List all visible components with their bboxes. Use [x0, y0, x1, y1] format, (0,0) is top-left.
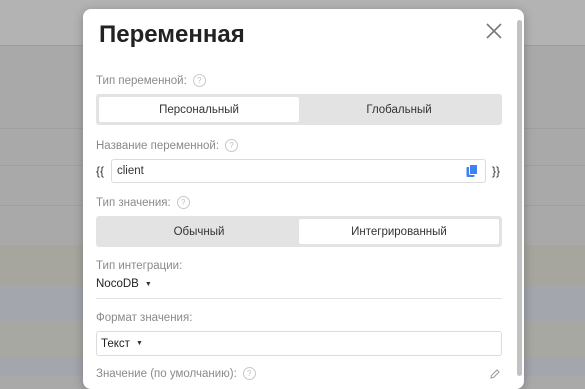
integration-type-label: Тип интеграции:	[96, 260, 182, 272]
edit-icon[interactable]	[489, 368, 501, 380]
modal-scrollbar[interactable]	[517, 20, 522, 376]
variable-type-label-text: Тип переменной:	[96, 74, 187, 87]
value-format-value: Текст	[101, 337, 130, 350]
open-brace: {{	[96, 164, 105, 178]
help-icon[interactable]: ?	[192, 74, 206, 87]
value-type-label-text: Тип значения:	[96, 196, 171, 209]
variable-modal: Переменная Тип переменной: ? Персональны…	[83, 9, 524, 389]
chevron-down-icon: ▼	[135, 340, 143, 347]
help-icon[interactable]: ?	[225, 139, 239, 152]
close-brace: }}	[492, 164, 501, 178]
help-icon[interactable]: ?	[242, 367, 256, 380]
integration-type-label-text: Тип интеграции:	[96, 260, 183, 272]
chevron-down-icon: ▼	[144, 280, 152, 288]
variable-type-segmented: Персональный Глобальный	[96, 94, 502, 125]
variable-name-label-text: Название переменной:	[96, 139, 220, 152]
divider	[96, 298, 502, 299]
variable-name-value: client	[117, 165, 144, 177]
value-type-regular[interactable]: Обычный	[99, 219, 299, 244]
variable-type-label: Тип переменной: ?	[96, 74, 206, 87]
close-icon[interactable]	[484, 21, 504, 41]
variable-name-input[interactable]: client	[111, 159, 486, 183]
integration-type-dropdown[interactable]: NocoDB ▼	[96, 278, 152, 290]
variable-type-global[interactable]: Глобальный	[299, 97, 499, 122]
value-format-label-text: Формат значения:	[96, 312, 193, 324]
value-type-integrated[interactable]: Интегрированный	[299, 219, 499, 244]
default-value-label: Значение (по умолчанию): ?	[96, 367, 256, 380]
value-type-segmented: Обычный Интегрированный	[96, 216, 502, 247]
default-value-label-text: Значение (по умолчанию):	[96, 367, 237, 380]
copy-icon[interactable]	[466, 164, 479, 178]
value-format-dropdown[interactable]: Текст ▼	[96, 331, 502, 356]
value-type-label: Тип значения: ?	[96, 196, 190, 209]
help-icon[interactable]: ?	[176, 196, 190, 209]
variable-type-personal[interactable]: Персональный	[99, 97, 299, 122]
variable-name-label: Название переменной: ?	[96, 139, 239, 152]
modal-title: Переменная	[99, 21, 245, 48]
integration-type-value: NocoDB	[96, 278, 139, 290]
value-format-label: Формат значения:	[96, 312, 192, 324]
